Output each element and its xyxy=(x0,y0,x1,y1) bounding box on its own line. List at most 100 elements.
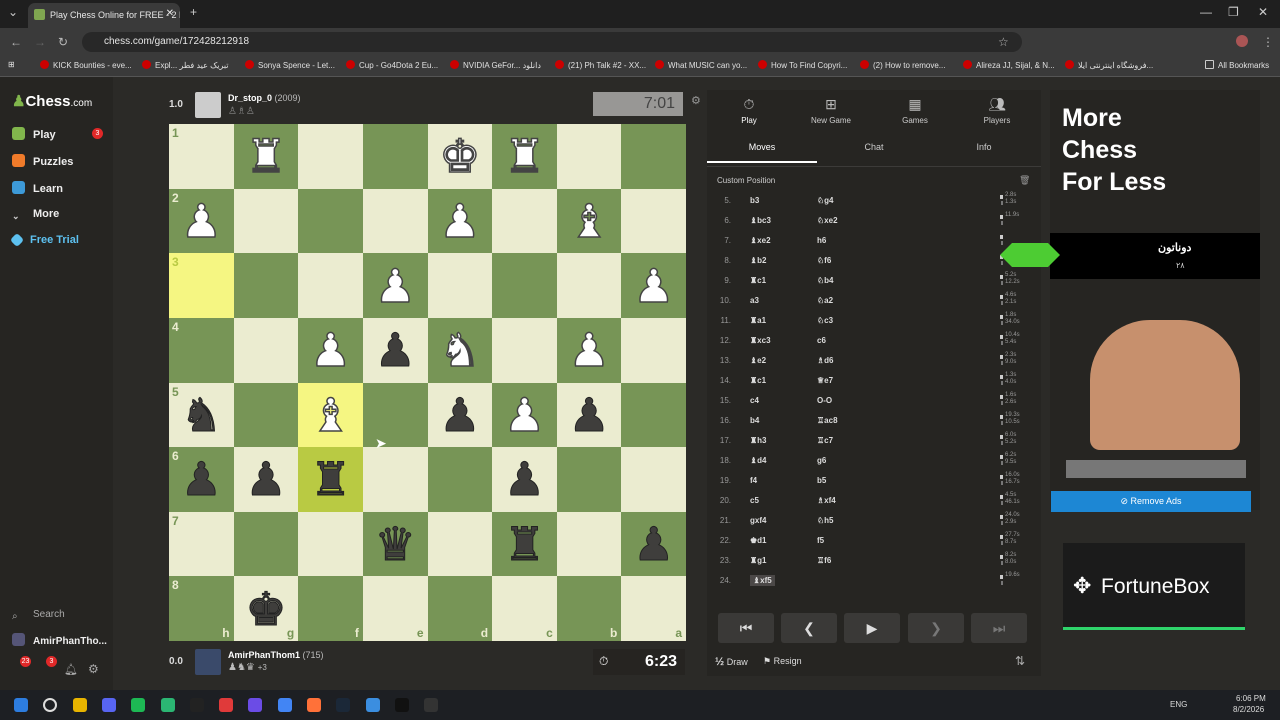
white-pawn-icon[interactable]: ♟ xyxy=(632,262,675,310)
board-square[interactable]: ♟ xyxy=(362,253,428,318)
white-move[interactable]: ♝xf5 xyxy=(750,575,775,586)
board-square[interactable]: ♟ xyxy=(492,447,557,512)
bell-icon[interactable]: 🔔︎ xyxy=(64,663,78,676)
minimize-icon[interactable]: — xyxy=(1200,5,1212,19)
white-move[interactable]: f4 xyxy=(750,476,757,485)
fortunebox-ad[interactable]: ✥ FortuneBox xyxy=(1063,543,1245,630)
black-move[interactable]: ♘a2 xyxy=(817,296,833,305)
file-explorer-icon[interactable] xyxy=(72,698,87,712)
board-square[interactable] xyxy=(492,317,557,383)
tab-games[interactable]: ▦ Games xyxy=(875,96,955,125)
clock-date[interactable]: 8/2/2026 xyxy=(1233,705,1264,714)
subtab-moves[interactable]: Moves xyxy=(707,142,817,163)
board-square[interactable]: e xyxy=(362,576,428,641)
black-rook-icon[interactable]: ♜ xyxy=(503,521,545,568)
white-move[interactable]: ♝b2 xyxy=(750,256,767,265)
board-square[interactable]: ♚ xyxy=(427,124,493,189)
black-pawn-icon[interactable]: ♟ xyxy=(633,521,675,568)
search-icon[interactable] xyxy=(43,698,58,712)
apps-icon[interactable]: ⊞ xyxy=(8,60,15,69)
board-square[interactable]: ♝ xyxy=(298,382,363,448)
tab-new-game[interactable]: ⊞ New Game xyxy=(791,96,871,125)
white-move[interactable]: a3 xyxy=(750,296,759,305)
tab-players[interactable]: 👥︎ Players xyxy=(957,96,1037,125)
board-square[interactable]: 3 xyxy=(169,253,234,318)
bookmark-item[interactable]: What MUSIC can yo... xyxy=(655,60,747,70)
board-square[interactable] xyxy=(621,188,686,254)
white-move[interactable]: ♜h3 xyxy=(750,436,767,445)
black-move[interactable]: f5 xyxy=(817,536,824,545)
white-king-icon[interactable]: ♚ xyxy=(438,133,481,181)
language-indicator[interactable]: ENG xyxy=(1170,700,1187,709)
board-square[interactable] xyxy=(556,253,622,318)
close-window-icon[interactable]: ✕ xyxy=(1258,5,1268,19)
sidebar-user[interactable]: AmirPhanTho... xyxy=(12,633,107,647)
white-pawn-icon[interactable]: ♟ xyxy=(374,262,417,310)
bookmark-item[interactable]: All Bookmarks xyxy=(1205,60,1269,70)
black-pawn-icon[interactable]: ♟ xyxy=(439,391,481,438)
gear-icon[interactable]: ⚙ xyxy=(88,662,99,676)
black-move[interactable]: O-O xyxy=(817,396,832,405)
white-pawn-icon[interactable]: ♟ xyxy=(568,326,611,374)
board-square[interactable]: ♟ xyxy=(556,317,622,383)
board-square[interactable]: ♞ xyxy=(427,317,493,383)
bookmark-item[interactable]: How To Find Copyri... xyxy=(758,60,847,70)
board-square[interactable]: ♟ xyxy=(233,447,299,512)
white-rook-icon[interactable]: ♜ xyxy=(503,133,546,181)
ad-banner[interactable]: More Chess For Less دوناتون ۲۸ xyxy=(1000,90,1260,510)
board-square[interactable]: c xyxy=(492,576,557,641)
menu-icon[interactable]: ⋮ xyxy=(1262,35,1274,49)
board-square[interactable]: 4 xyxy=(169,317,234,383)
text-app-icon[interactable] xyxy=(394,698,409,712)
bottom-avatar[interactable] xyxy=(195,649,221,675)
white-bishop-icon[interactable]: ♝ xyxy=(309,391,352,439)
board-square[interactable] xyxy=(233,253,299,318)
white-pawn-icon[interactable]: ♟ xyxy=(309,326,352,374)
board-square[interactable] xyxy=(427,253,493,318)
discord-icon[interactable] xyxy=(101,698,116,712)
white-move[interactable]: b4 xyxy=(750,416,759,425)
board-square[interactable] xyxy=(362,188,428,254)
chess-logo[interactable]: ♟Chess.com xyxy=(12,92,92,110)
black-move[interactable]: ♘f6 xyxy=(817,256,831,265)
white-move[interactable]: ♜a1 xyxy=(750,316,766,325)
sidebar-item-learn[interactable]: Learn xyxy=(12,181,63,195)
white-move[interactable]: c4 xyxy=(750,396,759,405)
board-square[interactable] xyxy=(427,447,493,512)
board-square[interactable]: ♜ xyxy=(233,124,299,189)
white-move[interactable]: ♝xe2 xyxy=(750,236,771,245)
browser-tab[interactable]: Play Chess Online for FREE - 2 P ✕ xyxy=(28,3,180,28)
black-pawn-icon[interactable]: ♟ xyxy=(180,456,222,503)
board-square[interactable]: 2 ♟ xyxy=(169,188,234,254)
board-square[interactable]: ♟ xyxy=(427,382,493,448)
black-move[interactable]: ♗d6 xyxy=(817,356,834,365)
white-move[interactable]: gxf4 xyxy=(750,516,766,525)
board-square[interactable] xyxy=(621,124,686,189)
black-move[interactable]: ♘b4 xyxy=(817,276,834,285)
board-square[interactable] xyxy=(233,317,299,383)
board-square[interactable] xyxy=(298,253,363,318)
settings-gear-icon[interactable]: ⚙ xyxy=(691,94,701,107)
board-square[interactable]: f xyxy=(298,576,363,641)
board-square[interactable]: ♟ xyxy=(298,317,363,383)
url-input[interactable]: chess.com/game/172428212918 xyxy=(82,32,1022,52)
previous-move-button[interactable]: ❮ xyxy=(781,613,837,643)
bookmark-item[interactable]: Cup - Go4Dota 2 Eu... xyxy=(346,60,438,70)
chess-board[interactable]: 1 ♜ ♚ ♜ 2 ♟ ♟ ♝ 3 ♟ ♟ 4 ♟ ♟ ♞ ♟ 5 ♞ ♝ ♟ ♟ ♟ 6 ♟ ♟ ♜ ♟ 7 ♛ ♜ ♟ 8 h g ♚ f e d c b… xyxy=(169,124,686,641)
next-move-button[interactable]: ❯ xyxy=(908,613,964,643)
board-square[interactable]: 6 ♟ xyxy=(169,447,234,512)
flip-board-icon[interactable]: ⇅ xyxy=(1015,654,1025,668)
board-square[interactable]: ♟ xyxy=(362,317,428,383)
firefox-icon[interactable] xyxy=(307,698,321,712)
black-rook-icon[interactable]: ♜ xyxy=(309,456,351,503)
board-square[interactable]: 1 xyxy=(169,124,234,189)
black-move[interactable]: ♘g4 xyxy=(817,196,834,205)
board-square[interactable] xyxy=(492,253,557,318)
white-move[interactable]: b3 xyxy=(750,196,759,205)
spotify-icon[interactable] xyxy=(131,698,146,712)
black-move[interactable]: h6 xyxy=(817,236,826,245)
clock-time[interactable]: 6:06 PM xyxy=(1236,694,1266,703)
bookmark-item[interactable]: KICK Bounties - eve... xyxy=(40,60,132,70)
board-square[interactable] xyxy=(298,511,363,577)
white-knight-icon[interactable]: ♞ xyxy=(438,326,481,374)
